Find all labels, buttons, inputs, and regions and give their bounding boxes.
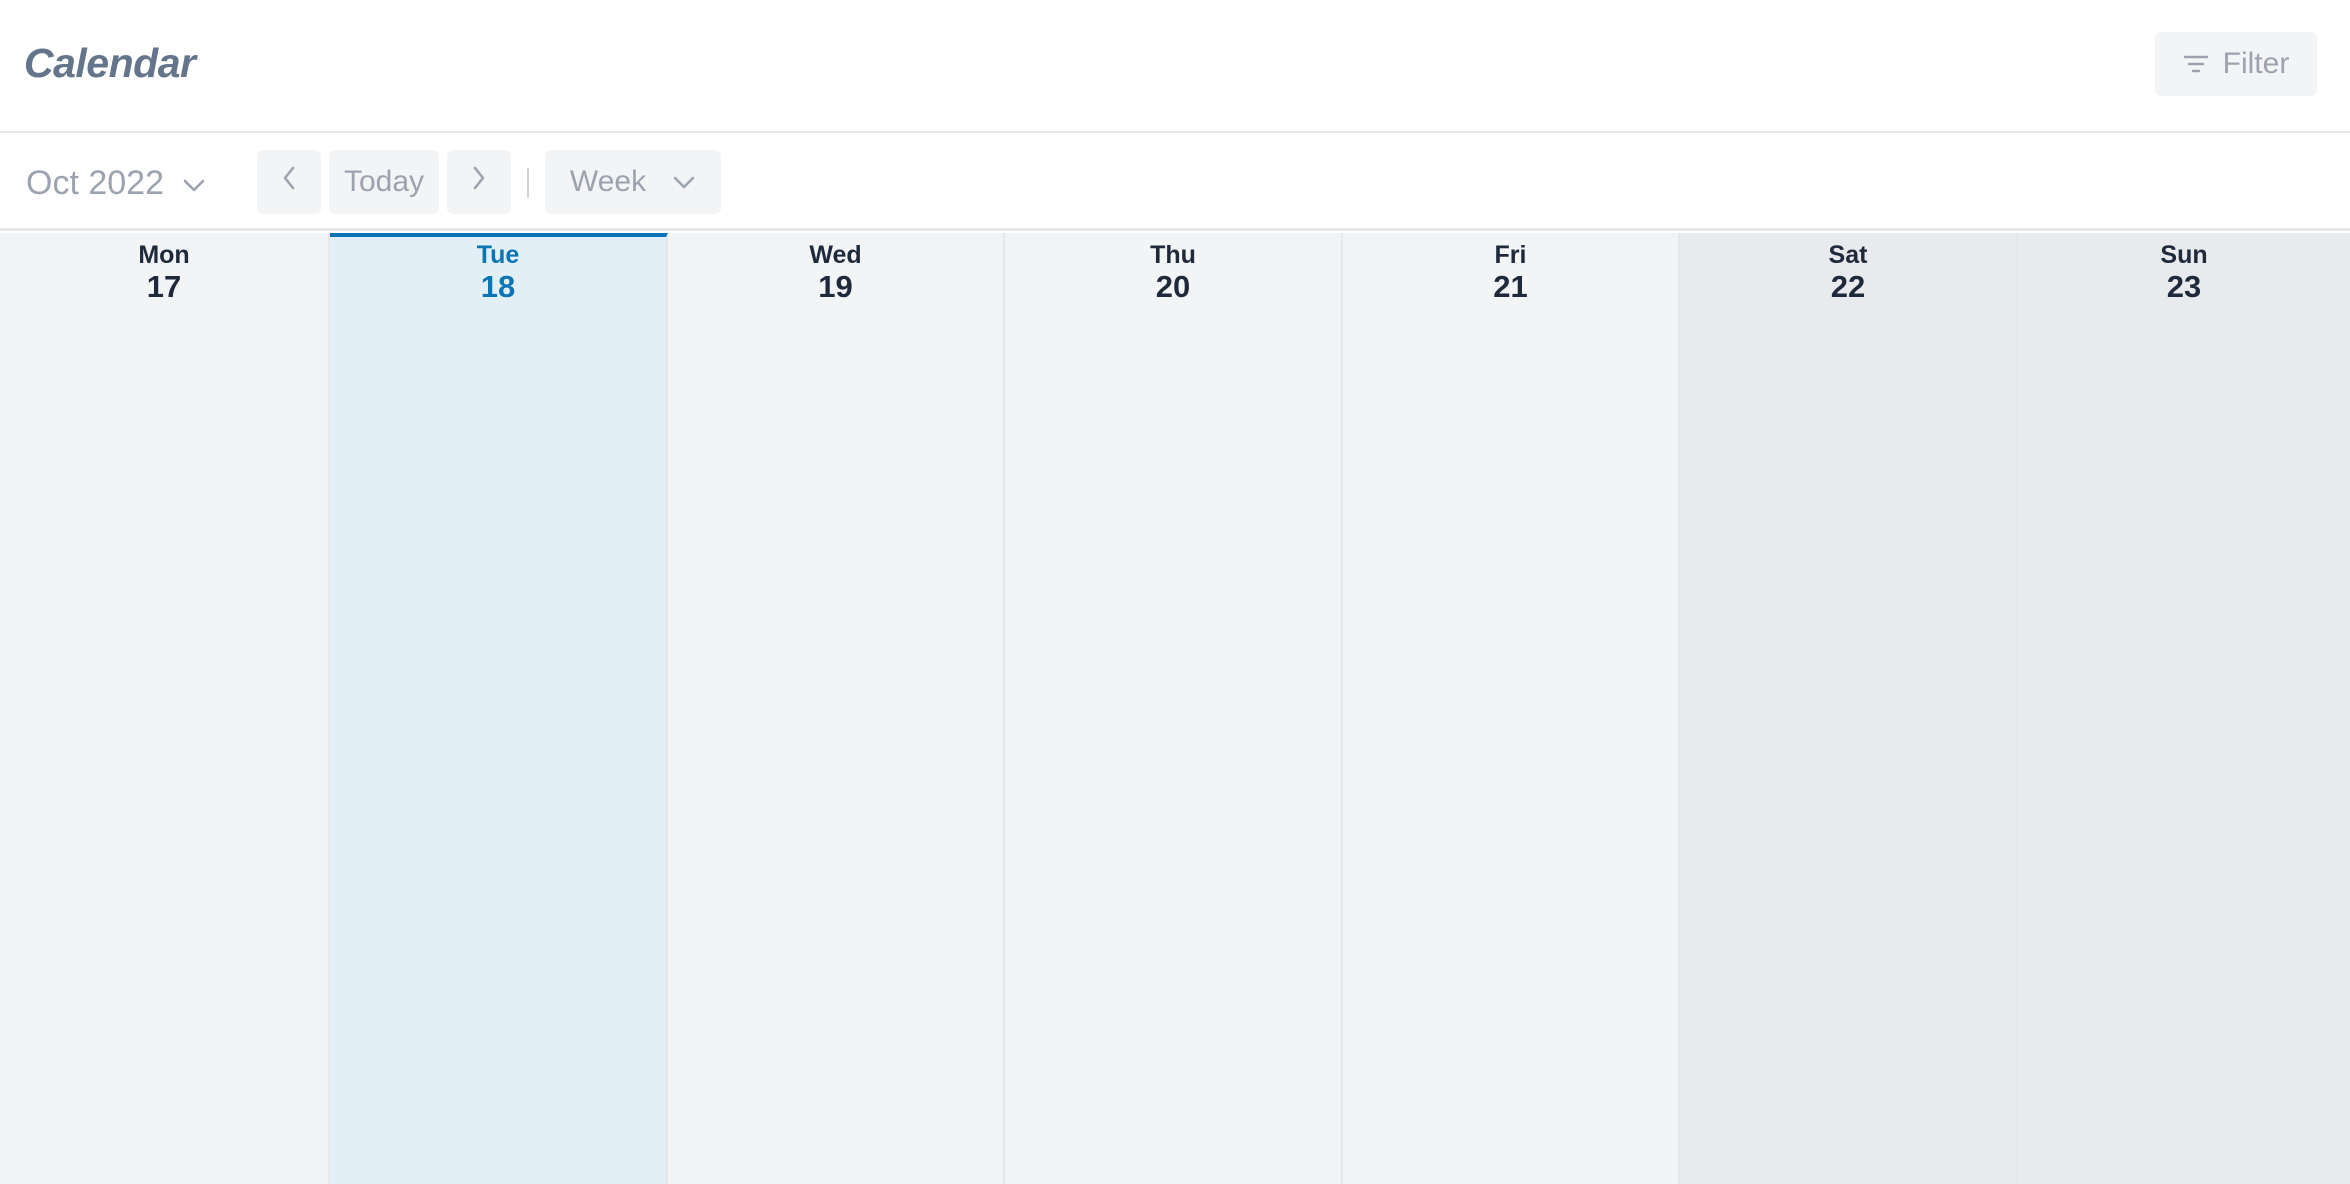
- day-number: 18: [480, 269, 516, 304]
- day-column-mon[interactable]: Mon 17: [0, 233, 330, 1184]
- filter-button[interactable]: Filter: [2155, 32, 2317, 96]
- day-column-sat[interactable]: Sat 22: [1680, 233, 2018, 1184]
- day-column-sun[interactable]: Sun 23: [2018, 233, 2350, 1184]
- filter-icon: [2183, 53, 2209, 75]
- month-picker[interactable]: Oct 2022: [26, 153, 206, 213]
- day-name: Thu: [1150, 241, 1196, 269]
- day-number: 17: [146, 269, 182, 304]
- view-label: Week: [569, 165, 647, 198]
- page-title: Calendar: [24, 40, 196, 86]
- chevron-down-icon: [182, 164, 206, 203]
- day-name: Wed: [809, 241, 862, 269]
- day-number: 22: [1830, 269, 1866, 304]
- day-column-wed[interactable]: Wed 19: [668, 233, 1005, 1184]
- filter-label: Filter: [2222, 47, 2290, 80]
- day-name: Sun: [2160, 241, 2208, 269]
- day-name: Mon: [138, 241, 190, 269]
- day-number: 23: [2166, 269, 2202, 304]
- day-column-fri[interactable]: Fri 21: [1343, 233, 1680, 1184]
- chevron-down-icon: [672, 165, 696, 199]
- day-name: Fri: [1494, 241, 1527, 269]
- next-week-button[interactable]: [447, 150, 511, 214]
- app-header: Calendar Filter: [0, 0, 2350, 133]
- week-grid: Mon 17 Tue 18 Wed 19 Thu 20 Fri 21 Sat 2…: [0, 233, 2350, 1184]
- toolbar-divider: [527, 168, 529, 198]
- day-number: 19: [818, 269, 853, 304]
- day-number: 21: [1493, 269, 1528, 304]
- chevron-left-icon: [281, 165, 297, 199]
- chevron-right-icon: [471, 165, 487, 199]
- today-label: Today: [343, 165, 425, 198]
- day-number: 20: [1155, 269, 1191, 304]
- day-name: Sat: [1828, 241, 1868, 269]
- calendar-toolbar: Oct 2022 Today Week: [0, 135, 2350, 231]
- view-selector[interactable]: Week: [545, 150, 721, 214]
- day-column-thu[interactable]: Thu 20: [1005, 233, 1343, 1184]
- previous-week-button[interactable]: [257, 150, 321, 214]
- month-label: Oct 2022: [26, 163, 164, 202]
- day-column-tue[interactable]: Tue 18: [330, 233, 668, 1184]
- day-name: Tue: [476, 241, 520, 269]
- today-button[interactable]: Today: [329, 150, 439, 214]
